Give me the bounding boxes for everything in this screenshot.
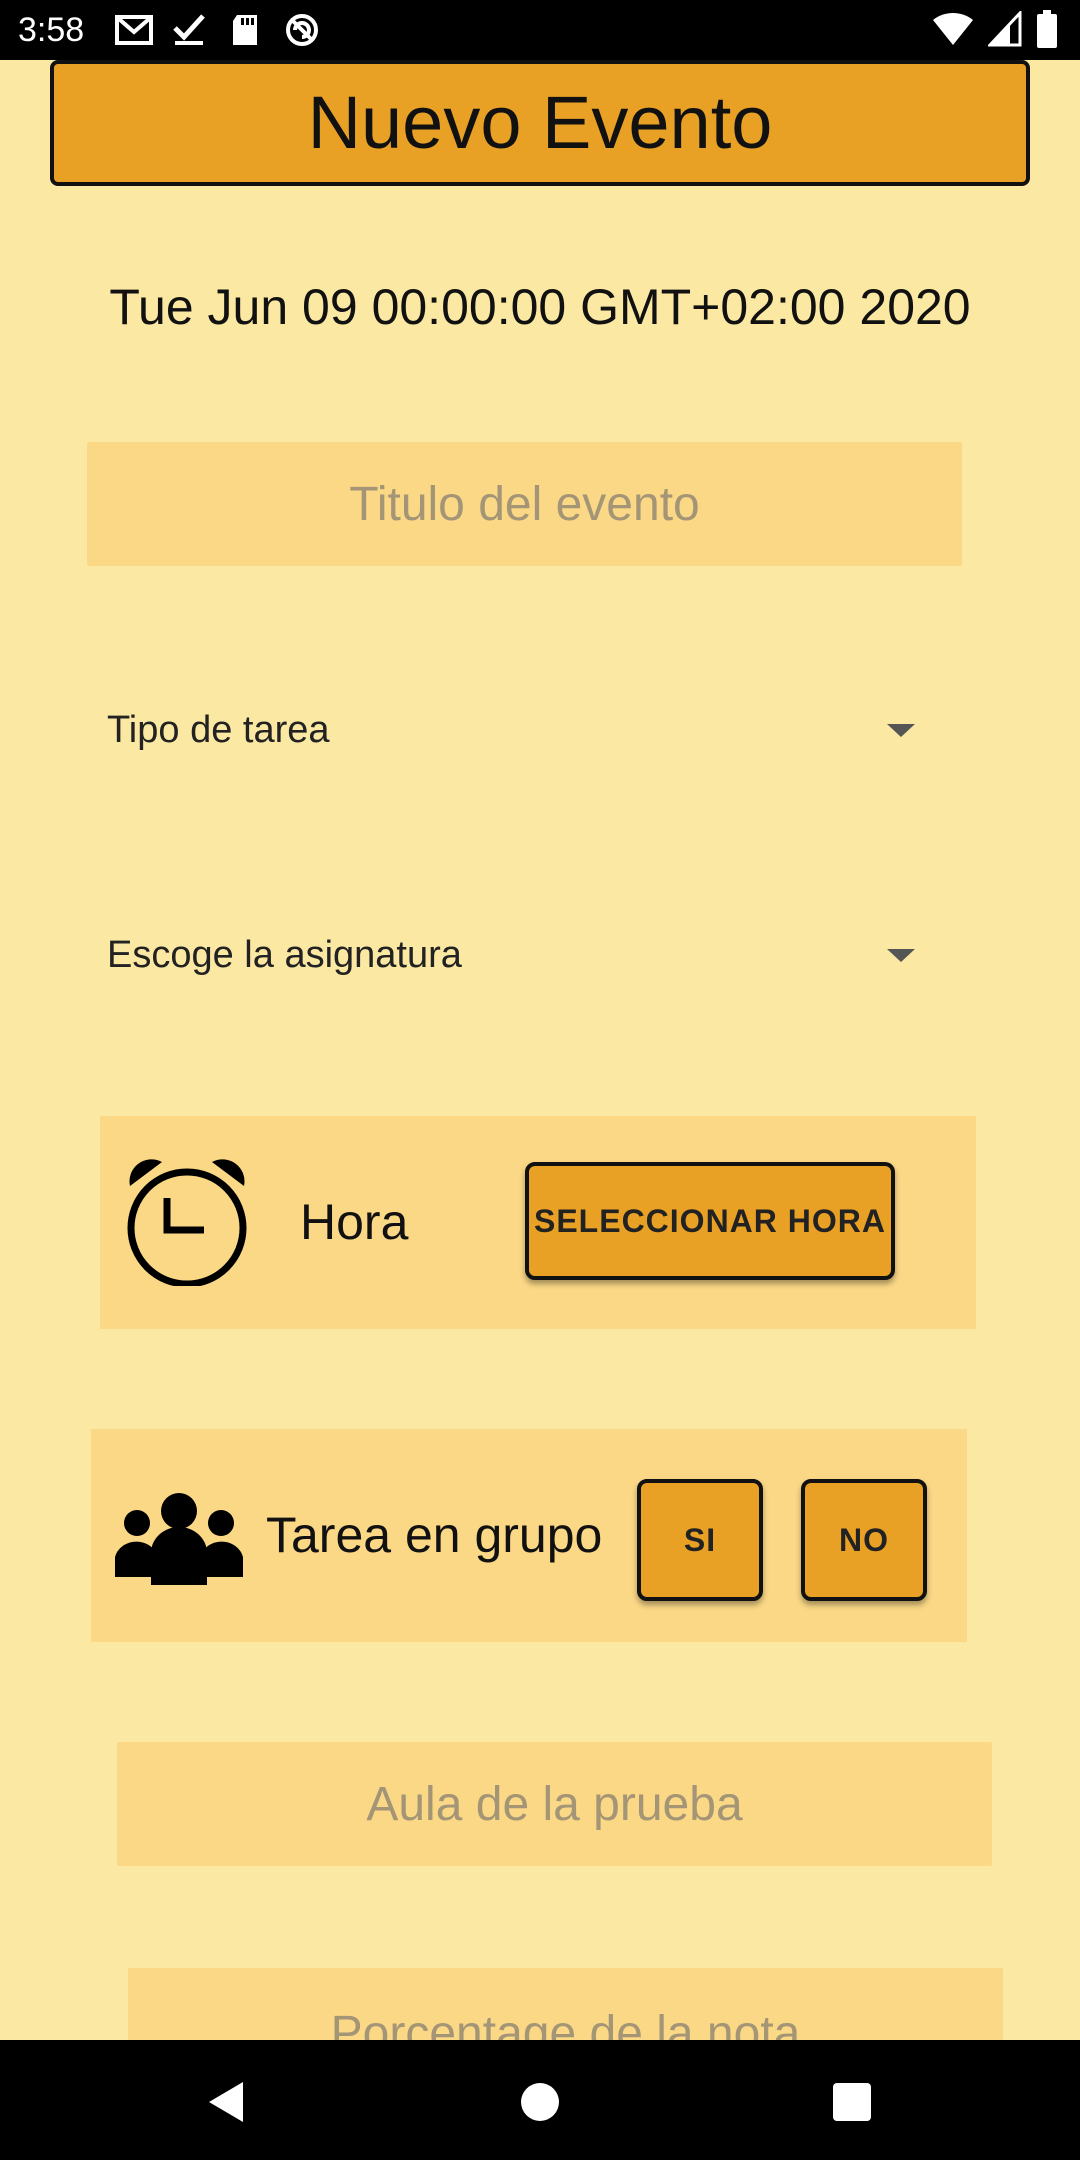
group-icon	[115, 1493, 243, 1585]
navigation-bar	[0, 2040, 1080, 2160]
group-task-panel: Tarea en grupo SI NO	[91, 1429, 967, 1642]
group-yes-button[interactable]: SI	[637, 1479, 763, 1601]
page-title: Nuevo Evento	[307, 81, 773, 164]
header-bar: Nuevo Evento	[50, 60, 1030, 186]
hour-label: Hora	[300, 1194, 409, 1250]
hour-panel: Hora SELECCIONAR HORA	[100, 1116, 976, 1329]
classroom-input[interactable]: Aula de la prueba	[117, 1742, 992, 1866]
wifi-icon	[933, 12, 973, 46]
event-date[interactable]: Tue Jun 09 00:00:00 GMT+02:00 2020	[0, 278, 1080, 336]
back-icon[interactable]	[205, 2080, 245, 2124]
task-type-dropdown[interactable]: Tipo de tarea	[107, 690, 937, 770]
group-task-label: Tarea en grupo	[266, 1507, 603, 1563]
group-no-button[interactable]: NO	[801, 1479, 927, 1601]
recents-icon[interactable]	[833, 2083, 871, 2121]
system-icons	[932, 10, 1058, 48]
alarm-clock-icon	[127, 1159, 247, 1286]
status-time: 3:58	[18, 11, 85, 49]
notification-icons	[115, 12, 321, 48]
cell-signal-icon	[988, 11, 1022, 47]
sd-card-icon	[233, 15, 257, 45]
select-hour-button[interactable]: SELECCIONAR HORA	[525, 1162, 895, 1280]
battery-icon	[1037, 10, 1057, 48]
subject-label: Escoge la asignatura	[107, 933, 462, 976]
dropdown-arrow-icon	[887, 948, 915, 962]
event-title-input[interactable]: Titulo del evento	[87, 442, 962, 566]
checkmark-icon	[173, 14, 205, 45]
subject-dropdown[interactable]: Escoge la asignatura	[107, 915, 937, 995]
dropdown-arrow-icon	[887, 723, 915, 737]
gmail-icon	[115, 15, 153, 45]
status-bar: 3:58	[0, 0, 1080, 60]
blocked-circle-icon	[286, 14, 318, 46]
task-type-label: Tipo de tarea	[107, 708, 330, 751]
home-icon[interactable]	[521, 2083, 559, 2121]
